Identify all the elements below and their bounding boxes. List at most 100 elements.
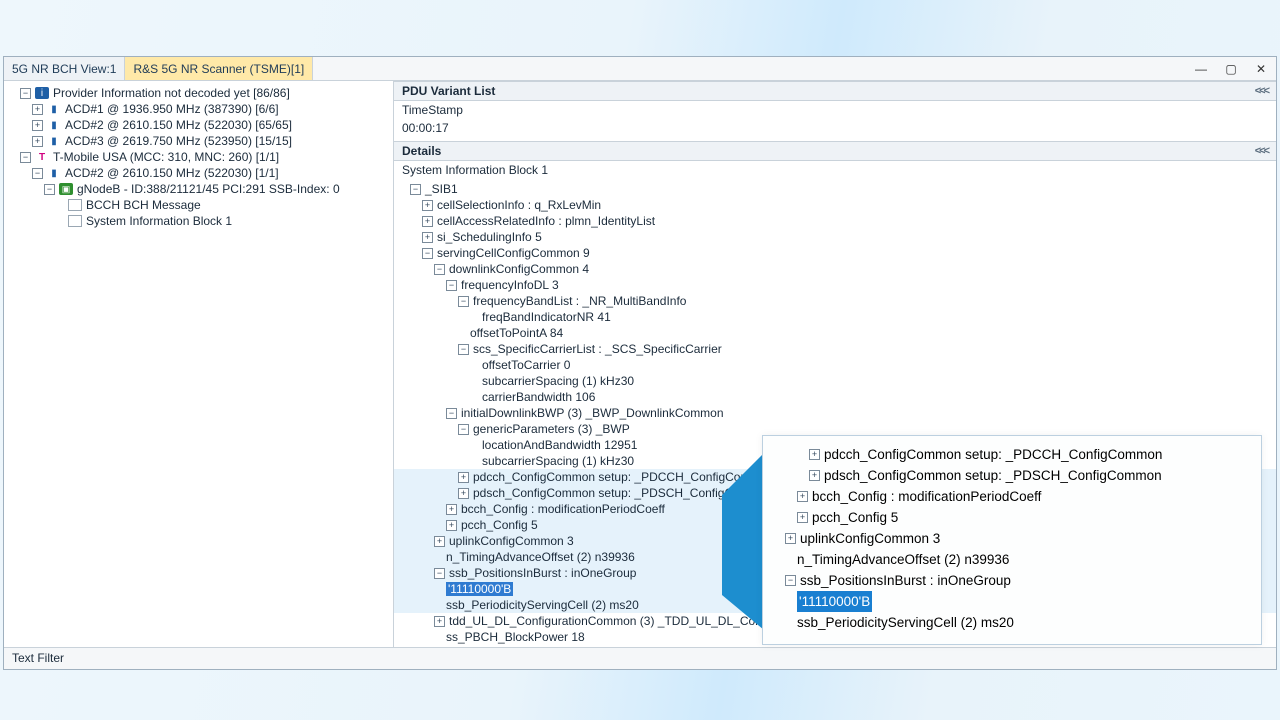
expand-icon[interactable]: + (458, 488, 469, 499)
expand-icon[interactable]: + (809, 470, 820, 481)
tree-node[interactable]: offsetToPointA 84 (470, 326, 563, 340)
antenna-icon: ▮ (47, 119, 61, 131)
tree-node[interactable]: _SIB1 (425, 182, 458, 196)
tree-node[interactable]: genericParameters (3) _BWP (473, 422, 630, 436)
text-filter-label[interactable]: Text Filter (12, 651, 64, 665)
tree-node[interactable]: ACD#2 @ 2610.150 MHz (522030) [65/65] (65, 118, 292, 132)
collapse-icon[interactable]: − (446, 280, 457, 291)
tree-node[interactable]: freqBandIndicatorNR 41 (482, 310, 611, 324)
collapse-icon[interactable]: − (458, 296, 469, 307)
expand-icon[interactable]: + (32, 120, 43, 131)
provider-tree[interactable]: −iProvider Information not decoded yet [… (4, 81, 394, 647)
tree-node[interactable]: initialDownlinkBWP (3) _BWP_DownlinkComm… (461, 406, 724, 420)
zoom-node: ssb_PeriodicityServingCell (2) ms20 (797, 612, 1014, 633)
document-icon (68, 199, 82, 211)
expand-icon[interactable]: + (422, 232, 433, 243)
collapse-icon[interactable]: − (20, 152, 31, 163)
tab-bch-view[interactable]: 5G NR BCH View:1 (4, 57, 125, 80)
collapse-icon[interactable]: − (410, 184, 421, 195)
expand-icon[interactable]: + (434, 536, 445, 547)
collapse-icon[interactable]: − (446, 408, 457, 419)
collapse-icon[interactable]: − (20, 88, 31, 99)
timestamp-value: 00:00:17 (394, 119, 1276, 141)
collapse-icon[interactable]: − (785, 575, 796, 586)
tree-node[interactable]: ACD#3 @ 2619.750 MHz (523950) [15/15] (65, 134, 292, 148)
collapse-icon[interactable]: − (434, 568, 445, 579)
tree-node[interactable]: frequencyBandList : _NR_MultiBandInfo (473, 294, 686, 308)
tree-node[interactable]: offsetToCarrier 0 (482, 358, 570, 372)
zoom-node: ssb_PositionsInBurst : inOneGroup (800, 570, 1011, 591)
header-label: PDU Variant List (402, 84, 495, 98)
tab-label: 5G NR BCH View:1 (12, 62, 116, 76)
collapse-icon[interactable]: <<< (1255, 145, 1268, 157)
tree-node[interactable]: n_TimingAdvanceOffset (2) n39936 (446, 550, 635, 564)
tree-node[interactable]: servingCellConfigCommon 9 (437, 246, 590, 260)
tree-node[interactable]: ACD#1 @ 1936.950 MHz (387390) [6/6] (65, 102, 279, 116)
tree-node[interactable]: subcarrierSpacing (1) kHz30 (482, 374, 634, 388)
expand-icon[interactable]: + (434, 616, 445, 627)
collapse-icon[interactable]: − (44, 184, 55, 195)
expand-icon[interactable]: + (797, 491, 808, 502)
timestamp-label: TimeStamp (394, 101, 1276, 119)
antenna-icon: ▮ (47, 167, 61, 179)
tmobile-icon: T (35, 151, 49, 163)
expand-icon[interactable]: + (446, 504, 457, 515)
expand-icon[interactable]: + (809, 449, 820, 460)
tree-node[interactable]: locationAndBandwidth 12951 (482, 438, 637, 452)
tree-node[interactable]: System Information Block 1 (86, 214, 232, 228)
zoom-node: uplinkConfigCommon 3 (800, 528, 940, 549)
expand-icon[interactable]: + (32, 104, 43, 115)
document-icon (68, 215, 82, 227)
tree-node[interactable]: downlinkConfigCommon 4 (449, 262, 589, 276)
detail-title: System Information Block 1 (394, 161, 1276, 179)
tree-node[interactable]: Provider Information not decoded yet [86… (53, 86, 290, 100)
tab-scanner[interactable]: R&S 5G NR Scanner (TSME)[1] (125, 57, 313, 80)
collapse-icon[interactable]: − (422, 248, 433, 259)
close-button[interactable]: ✕ (1246, 57, 1276, 80)
tree-node[interactable]: cellSelectionInfo : q_RxLevMin (437, 198, 601, 212)
zoom-node-selected: '11110000'B (797, 591, 872, 612)
tree-node[interactable]: ss_PBCH_BlockPower 18 (446, 630, 585, 644)
expand-icon[interactable]: + (32, 136, 43, 147)
minimize-button[interactable]: — (1186, 57, 1216, 80)
collapse-icon[interactable]: − (434, 264, 445, 275)
tree-node[interactable]: subcarrierSpacing (1) kHz30 (482, 454, 634, 468)
expand-icon[interactable]: + (458, 472, 469, 483)
tree-node-selected[interactable]: '11110000'B (446, 582, 513, 596)
pdu-variant-header[interactable]: PDU Variant List <<< (394, 81, 1276, 101)
collapse-icon[interactable]: − (32, 168, 43, 179)
zoom-node: pcch_Config 5 (812, 507, 898, 528)
tree-node[interactable]: ssb_PositionsInBurst : inOneGroup (449, 566, 636, 580)
tree-node[interactable]: bcch_Config : modificationPeriodCoeff (461, 502, 665, 516)
zoom-node: pdcch_ConfigCommon setup: _PDCCH_ConfigC… (824, 444, 1162, 465)
tree-node[interactable]: frequencyInfoDL 3 (461, 278, 559, 292)
tree-node[interactable]: T-Mobile USA (MCC: 310, MNC: 260) [1/1] (53, 150, 279, 164)
tree-node[interactable]: si_SchedulingInfo 5 (437, 230, 542, 244)
tree-node[interactable]: pcch_Config 5 (461, 518, 538, 532)
tree-node[interactable]: ACD#2 @ 2610.150 MHz (522030) [1/1] (65, 166, 279, 180)
expand-icon[interactable]: + (797, 512, 808, 523)
expand-icon[interactable]: + (785, 533, 796, 544)
maximize-button[interactable]: ▢ (1216, 57, 1246, 80)
expand-icon[interactable]: + (422, 200, 433, 211)
tree-node[interactable]: gNodeB - ID:388/21121/45 PCI:291 SSB-Ind… (77, 182, 340, 196)
tree-node[interactable]: carrierBandwidth 106 (482, 390, 595, 404)
zoom-node: pdsch_ConfigCommon setup: _PDSCH_ConfigC… (824, 465, 1162, 486)
collapse-icon[interactable]: − (458, 424, 469, 435)
tree-node[interactable]: cellAccessRelatedInfo : plmn_IdentityLis… (437, 214, 655, 228)
zoom-callout: + pdcch_ConfigCommon setup: _PDCCH_Config… (762, 435, 1262, 645)
expand-icon[interactable]: + (446, 520, 457, 531)
expand-icon[interactable]: + (422, 216, 433, 227)
header-label: Details (402, 144, 441, 158)
tree-node[interactable]: uplinkConfigCommon 3 (449, 534, 574, 548)
collapse-icon[interactable]: − (458, 344, 469, 355)
zoom-node: n_TimingAdvanceOffset (2) n39936 (797, 549, 1009, 570)
details-header[interactable]: Details <<< (394, 141, 1276, 161)
main-window: 5G NR BCH View:1 R&S 5G NR Scanner (TSME… (3, 56, 1277, 670)
status-bar: Text Filter (4, 647, 1276, 669)
tree-node[interactable]: scs_SpecificCarrierList : _SCS_SpecificC… (473, 342, 722, 356)
tree-node[interactable]: ssb_PeriodicityServingCell (2) ms20 (446, 598, 639, 612)
gnodeb-icon: ▣ (59, 183, 73, 195)
tree-node[interactable]: BCCH BCH Message (86, 198, 201, 212)
collapse-icon[interactable]: <<< (1255, 85, 1268, 97)
